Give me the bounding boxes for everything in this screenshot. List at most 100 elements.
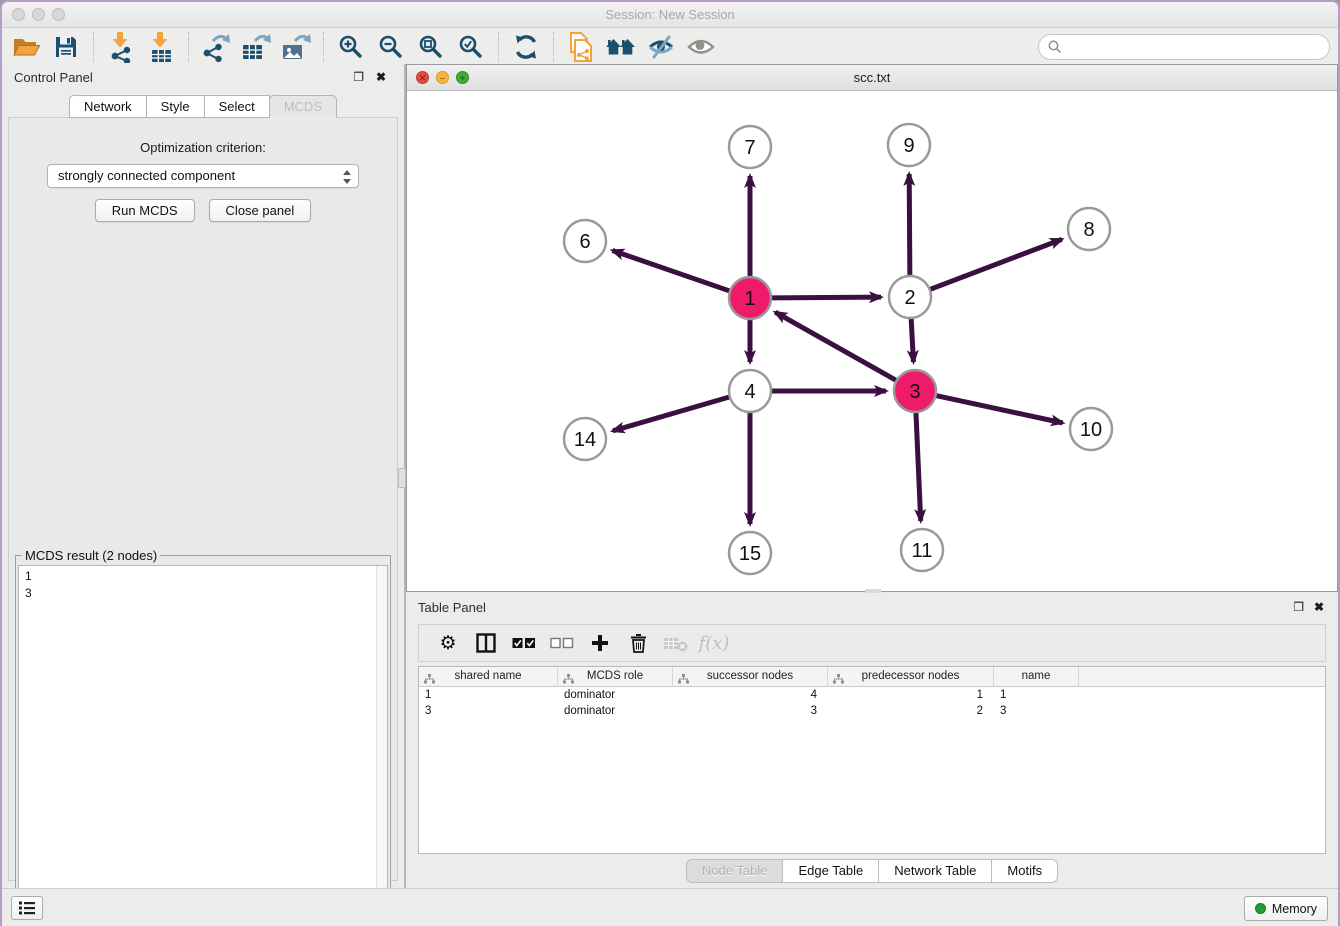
table-row[interactable]: 1dominator411 <box>419 687 1325 703</box>
edge-2-9[interactable] <box>909 174 910 275</box>
float-panel-icon[interactable] <box>353 70 364 84</box>
clone-network-icon <box>567 31 595 63</box>
cell-shared-name[interactable]: 3 <box>419 703 558 719</box>
graph-node-label-9: 9 <box>903 135 914 157</box>
export-network-button[interactable] <box>196 30 236 64</box>
import-table-button[interactable] <box>141 30 181 64</box>
close-table-panel-icon[interactable] <box>1314 600 1324 614</box>
export-image-button[interactable] <box>276 30 316 64</box>
table-row[interactable]: 3dominator323 <box>419 703 1325 719</box>
export-table-button[interactable] <box>236 30 276 64</box>
new-network-from-selection-button[interactable] <box>561 30 601 64</box>
graph-node-label-11: 11 <box>912 540 933 562</box>
add-row-button[interactable] <box>581 627 619 659</box>
column-header-shared-name[interactable]: shared name <box>419 667 558 687</box>
open-session-button[interactable] <box>6 30 46 64</box>
optimization-select[interactable]: strongly connected component <box>47 164 359 188</box>
edge-3-10[interactable] <box>937 396 1063 423</box>
cell-MCDS-role[interactable]: dominator <box>558 703 673 719</box>
column-label: shared name <box>454 670 521 682</box>
cell-predecessor-nodes[interactable]: 2 <box>828 703 994 719</box>
run-mcds-button[interactable]: Run MCDS <box>95 199 195 222</box>
network-canvas[interactable]: 7968124314101511 <box>407 91 1337 591</box>
network-window-titlebar[interactable]: scc.txt <box>407 65 1337 91</box>
refresh-icon <box>513 34 539 60</box>
column-label: MCDS role <box>587 670 643 682</box>
tree-hierarchy-icon <box>424 672 435 691</box>
column-header-MCDS-role[interactable]: MCDS role <box>558 667 673 687</box>
tab-style[interactable]: Style <box>146 95 205 118</box>
cell-predecessor-nodes[interactable]: 1 <box>828 687 994 703</box>
cell-shared-name[interactable]: 1 <box>419 687 558 703</box>
task-history-button[interactable] <box>11 896 43 920</box>
first-neighbors-button[interactable] <box>601 30 641 64</box>
graph-node-label-1: 1 <box>744 288 755 310</box>
edge-2-3[interactable] <box>911 319 913 362</box>
optimization-select-value: strongly connected component <box>58 168 235 183</box>
cell-MCDS-role[interactable]: dominator <box>558 687 673 703</box>
table-panel-header: Table Panel <box>406 594 1338 622</box>
export-table-icon <box>241 32 271 62</box>
column-header-predecessor-nodes[interactable]: predecessor nodes <box>828 667 994 687</box>
result-scrollbar[interactable] <box>376 566 387 922</box>
edge-3-11[interactable] <box>916 413 921 521</box>
refresh-layout-button[interactable] <box>506 30 546 64</box>
zoom-selected-button[interactable] <box>451 30 491 64</box>
trash-icon <box>630 633 647 653</box>
delete-column-icon <box>664 635 688 652</box>
control-panel-tabs: NetworkStyleSelectMCDS <box>2 95 404 118</box>
memory-status-icon <box>1255 903 1266 914</box>
canvas-resize-grip[interactable] <box>865 589 881 593</box>
edge-3-1[interactable] <box>775 312 896 380</box>
optimization-criterion-label: Optimization criterion: <box>9 140 397 155</box>
edge-4-14[interactable] <box>613 397 729 431</box>
hide-selected-button[interactable] <box>641 30 681 64</box>
table-settings-button[interactable]: ⚙ <box>429 627 467 659</box>
tab-network-table[interactable]: Network Table <box>878 859 992 883</box>
close-panel-icon[interactable] <box>376 70 386 84</box>
open-folder-icon <box>12 35 40 59</box>
cell-successor-nodes[interactable]: 3 <box>673 703 828 719</box>
graph-node-label-6: 6 <box>579 231 590 253</box>
close-panel-button[interactable]: Close panel <box>209 199 312 222</box>
save-session-button[interactable] <box>46 30 86 64</box>
edge-1-6[interactable] <box>612 250 729 290</box>
toolbar-separator <box>553 32 554 62</box>
import-network-button[interactable] <box>101 30 141 64</box>
cell-name[interactable]: 3 <box>994 703 1079 719</box>
cell-name[interactable]: 1 <box>994 687 1079 703</box>
column-header-name[interactable]: name <box>994 667 1079 687</box>
search-input[interactable] <box>1038 34 1330 60</box>
panel-divider-grip[interactable] <box>398 468 406 488</box>
select-stepper-icon <box>342 168 352 186</box>
tab-select[interactable]: Select <box>204 95 270 118</box>
show-all-button[interactable] <box>681 30 721 64</box>
show-column-button[interactable] <box>467 627 505 659</box>
tab-motifs[interactable]: Motifs <box>991 859 1058 883</box>
select-all-button[interactable] <box>505 627 543 659</box>
mcds-result-box: 13 <box>18 565 388 923</box>
zoom-in-button[interactable] <box>331 30 371 64</box>
float-table-panel-icon[interactable] <box>1293 600 1304 614</box>
column-header-successor-nodes[interactable]: successor nodes <box>673 667 828 687</box>
tree-hierarchy-icon <box>833 672 844 691</box>
table-header-row: shared name MCDS role successor nodesprede… <box>419 667 1325 687</box>
tree-hierarchy-icon <box>563 672 574 691</box>
delete-row-button[interactable] <box>619 627 657 659</box>
memory-button[interactable]: Memory <box>1244 896 1328 921</box>
zoom-fit-button[interactable] <box>411 30 451 64</box>
tab-network[interactable]: Network <box>69 95 147 118</box>
tab-edge-table[interactable]: Edge Table <box>782 859 879 883</box>
graph-node-label-2: 2 <box>904 287 915 309</box>
zoom-out-button[interactable] <box>371 30 411 64</box>
tab-mcds[interactable]: MCDS <box>269 95 337 118</box>
tab-node-table[interactable]: Node Table <box>686 859 784 883</box>
network-graph[interactable]: 7968124314101511 <box>407 91 1337 591</box>
mcds-panel: Optimization criterion: strongly connect… <box>8 117 398 881</box>
edge-1-2[interactable] <box>772 297 881 298</box>
application-window: Session: New Session <box>0 0 1340 926</box>
unselect-all-button[interactable] <box>543 627 581 659</box>
cell-successor-nodes[interactable]: 4 <box>673 687 828 703</box>
graph-node-label-14: 14 <box>574 429 596 451</box>
edge-2-8[interactable] <box>931 239 1062 289</box>
